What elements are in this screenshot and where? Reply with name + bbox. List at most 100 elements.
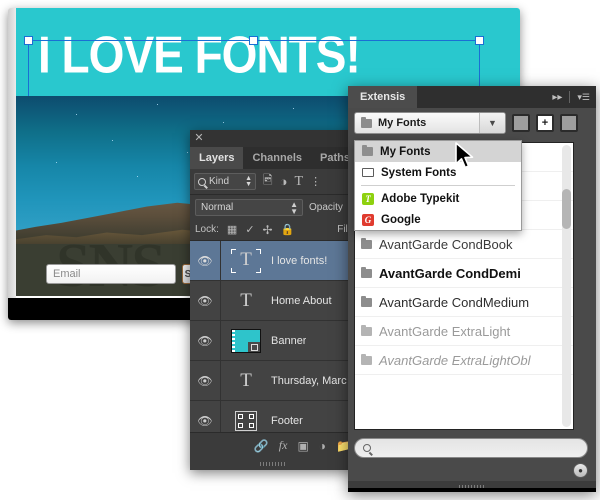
blend-mode-select[interactable]: Normal ▲ ▼ xyxy=(195,198,303,216)
folder-icon xyxy=(361,237,372,249)
tab-layers[interactable]: Layers xyxy=(190,147,244,169)
lock-image-icon[interactable]: ✓ xyxy=(245,223,254,236)
extensis-tabbar-controls: ▸▸ ▾☰ xyxy=(552,86,590,108)
eye-icon: 👁 xyxy=(197,253,213,268)
layer-thumbnail: T xyxy=(221,241,271,280)
font-name: AvantGarde ExtraLightObl xyxy=(379,352,531,368)
layer-thumbnail xyxy=(221,321,271,360)
mask-icon[interactable]: ▣ xyxy=(297,439,308,453)
divider xyxy=(569,91,571,103)
preview-button[interactable] xyxy=(512,114,530,132)
list-item[interactable]: AvantGarde CondDemi xyxy=(355,259,573,288)
folder-icon xyxy=(361,116,372,128)
font-name: AvantGarde CondBook xyxy=(379,236,513,252)
add-button[interactable]: + xyxy=(536,114,554,132)
status-badge-icon[interactable]: ● xyxy=(573,463,588,478)
chevron-updown-icon: ▲ ▼ xyxy=(290,199,298,216)
lock-position-icon[interactable]: ✢ xyxy=(263,223,273,237)
layer-name: Footer xyxy=(271,414,303,427)
layer-visibility-toggle[interactable]: 👁 xyxy=(190,361,221,400)
canvas-banner: I LOVE FONTS! xyxy=(16,8,520,96)
layer-thumbnail: T xyxy=(240,289,252,311)
layer-visibility-toggle[interactable]: 👁 xyxy=(190,321,221,360)
list-item[interactable]: AvantGarde CondMedium xyxy=(355,288,573,317)
menu-item-label: System Fonts xyxy=(381,166,457,179)
layers-resize-grip[interactable] xyxy=(190,458,355,470)
screenshot-root: I LOVE FONTS! Email ✕ Layers Channels Pa… xyxy=(0,0,600,500)
lock-bar: Lock: ▦ ✓ ✢ 🔒 Fill xyxy=(190,219,355,241)
filter-kind-select[interactable]: Kind ▲ ▼ xyxy=(194,173,256,190)
font-name: AvantGarde CondDemi xyxy=(379,265,521,281)
chevron-down-icon[interactable]: ▼ xyxy=(479,113,505,133)
folder-icon xyxy=(361,295,372,307)
table-row[interactable]: 👁 T Thursday, Marc xyxy=(190,361,355,401)
layers-filter-bar: Kind ▲ ▼ 🖻 ◑ T ⋮ xyxy=(190,169,355,195)
grip-dots-icon xyxy=(259,462,286,466)
layers-panel-titlebar: ✕ xyxy=(190,130,355,147)
options-button[interactable] xyxy=(560,114,578,132)
menu-item-label: Google xyxy=(381,213,421,226)
blend-mode-bar: Normal ▲ ▼ Opacity xyxy=(190,195,355,219)
menu-item-system-fonts[interactable]: System Fonts xyxy=(355,162,521,183)
table-row[interactable]: 👁 Banner xyxy=(190,321,355,361)
tab-channels[interactable]: Channels xyxy=(243,147,311,169)
font-name: AvantGarde ExtraLight xyxy=(379,323,511,339)
lock-transparent-icon[interactable]: ▦ xyxy=(227,223,237,236)
monitor-icon xyxy=(362,168,374,177)
font-name: AvantGarde CondMedium xyxy=(379,294,530,310)
search-icon xyxy=(363,444,371,452)
double-chevron-right-icon[interactable]: ▸▸ xyxy=(552,92,562,103)
list-item[interactable]: AvantGarde ExtraLight xyxy=(355,317,573,346)
document-left-rail xyxy=(8,8,16,320)
layers-list: 👁 T I love fonts! 👁 T Home About 👁 Banne… xyxy=(190,241,355,441)
table-row[interactable]: 👁 T Home About xyxy=(190,281,355,321)
menu-item-label: My Fonts xyxy=(380,145,431,158)
layers-panel: ✕ Layers Channels Paths Kind ▲ ▼ 🖻 ◑ T ⋮ … xyxy=(190,130,355,470)
list-item[interactable]: AvantGarde CondBook xyxy=(355,230,573,259)
close-icon[interactable]: ✕ xyxy=(194,133,204,144)
pixel-filter-icon[interactable]: 🖻 xyxy=(263,171,273,192)
search-input[interactable] xyxy=(354,438,588,458)
font-list-scrollbar-thumb[interactable] xyxy=(562,189,571,229)
folder-icon xyxy=(361,324,372,336)
layers-panel-tabs: Layers Channels Paths xyxy=(190,147,355,169)
layer-name: Home About xyxy=(271,294,332,307)
font-list-scrollbar-track[interactable] xyxy=(562,145,571,427)
search-icon xyxy=(198,177,206,186)
layer-name: Banner xyxy=(271,334,307,347)
layer-visibility-toggle[interactable]: 👁 xyxy=(190,241,221,280)
eye-icon: 👁 xyxy=(197,333,213,348)
blend-mode-value: Normal xyxy=(201,201,234,213)
lock-label: Lock: xyxy=(195,224,219,235)
folder-icon xyxy=(361,266,372,278)
folder-icon xyxy=(362,145,373,156)
list-item[interactable]: AvantGarde ExtraLightObl xyxy=(355,346,573,375)
panel-menu-icon[interactable]: ▾☰ xyxy=(577,92,590,103)
shape-filter-icon[interactable]: ⋮ xyxy=(310,175,321,188)
table-row[interactable]: 👁 T I love fonts! xyxy=(190,241,355,281)
adjustment-filter-icon[interactable]: ◑ xyxy=(280,174,288,189)
extensis-bottom-edge xyxy=(348,488,596,492)
link-icon[interactable]: 🔗 xyxy=(254,439,269,453)
tab-extensis[interactable]: Extensis xyxy=(348,86,418,108)
menu-item-my-fonts[interactable]: My Fonts xyxy=(355,141,521,162)
font-source-value: My Fonts xyxy=(378,117,427,129)
adjustment-icon[interactable]: ◑ xyxy=(319,439,326,453)
layer-thumbnail: T xyxy=(240,369,252,391)
google-fonts-icon: G xyxy=(362,213,374,226)
layer-visibility-toggle[interactable]: 👁 xyxy=(190,281,221,320)
email-input[interactable]: Email xyxy=(46,264,176,284)
eye-icon: 👁 xyxy=(197,293,213,308)
menu-item-adobe-typekit[interactable]: T Adobe Typekit xyxy=(355,188,521,209)
eye-icon: 👁 xyxy=(197,373,213,388)
menu-item-google[interactable]: G Google xyxy=(355,209,521,230)
fx-icon[interactable]: fx xyxy=(279,438,288,453)
layers-footer-toolbar: 🔗 fx ▣ ◑ 📁 xyxy=(190,432,355,458)
filter-kind-label: Kind xyxy=(209,176,230,187)
font-source-dropdown-menu[interactable]: My Fonts System Fonts T Adobe Typekit G … xyxy=(354,140,522,231)
extensis-toolbar: My Fonts ▼ + xyxy=(348,108,596,138)
menu-item-label: Adobe Typekit xyxy=(381,192,460,205)
lock-all-icon[interactable]: 🔒 xyxy=(281,223,295,236)
font-source-select[interactable]: My Fonts ▼ xyxy=(354,112,506,134)
type-filter-icon[interactable]: T xyxy=(295,174,304,190)
